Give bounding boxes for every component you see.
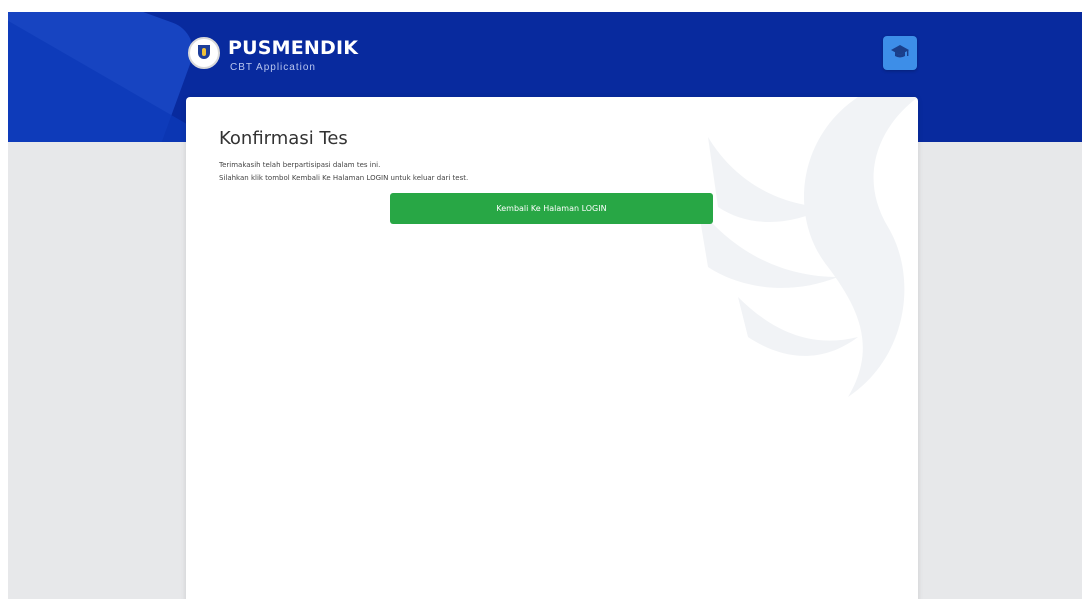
back-to-login-button[interactable]: Kembali Ke Halaman LOGIN (390, 193, 713, 224)
profile-menu-button[interactable] (883, 36, 917, 70)
emblem-logo (188, 37, 220, 69)
app-title: PUSMENDIK (228, 37, 359, 59)
emblem-watermark (698, 97, 918, 397)
confirmation-card: Konfirmasi Tes Terimakasih telah berpart… (186, 97, 918, 599)
graduation-cap-icon (891, 45, 909, 58)
instruction-text: Silahkan klik tombol Kembali Ke Halaman … (219, 174, 469, 182)
thank-you-text: Terimakasih telah berpartisipasi dalam t… (219, 161, 381, 169)
app-viewport: PUSMENDIK CBT Application Konfirmasi Tes… (8, 12, 1082, 599)
page-title: Konfirmasi Tes (219, 128, 348, 149)
app-subtitle: CBT Application (230, 62, 316, 73)
